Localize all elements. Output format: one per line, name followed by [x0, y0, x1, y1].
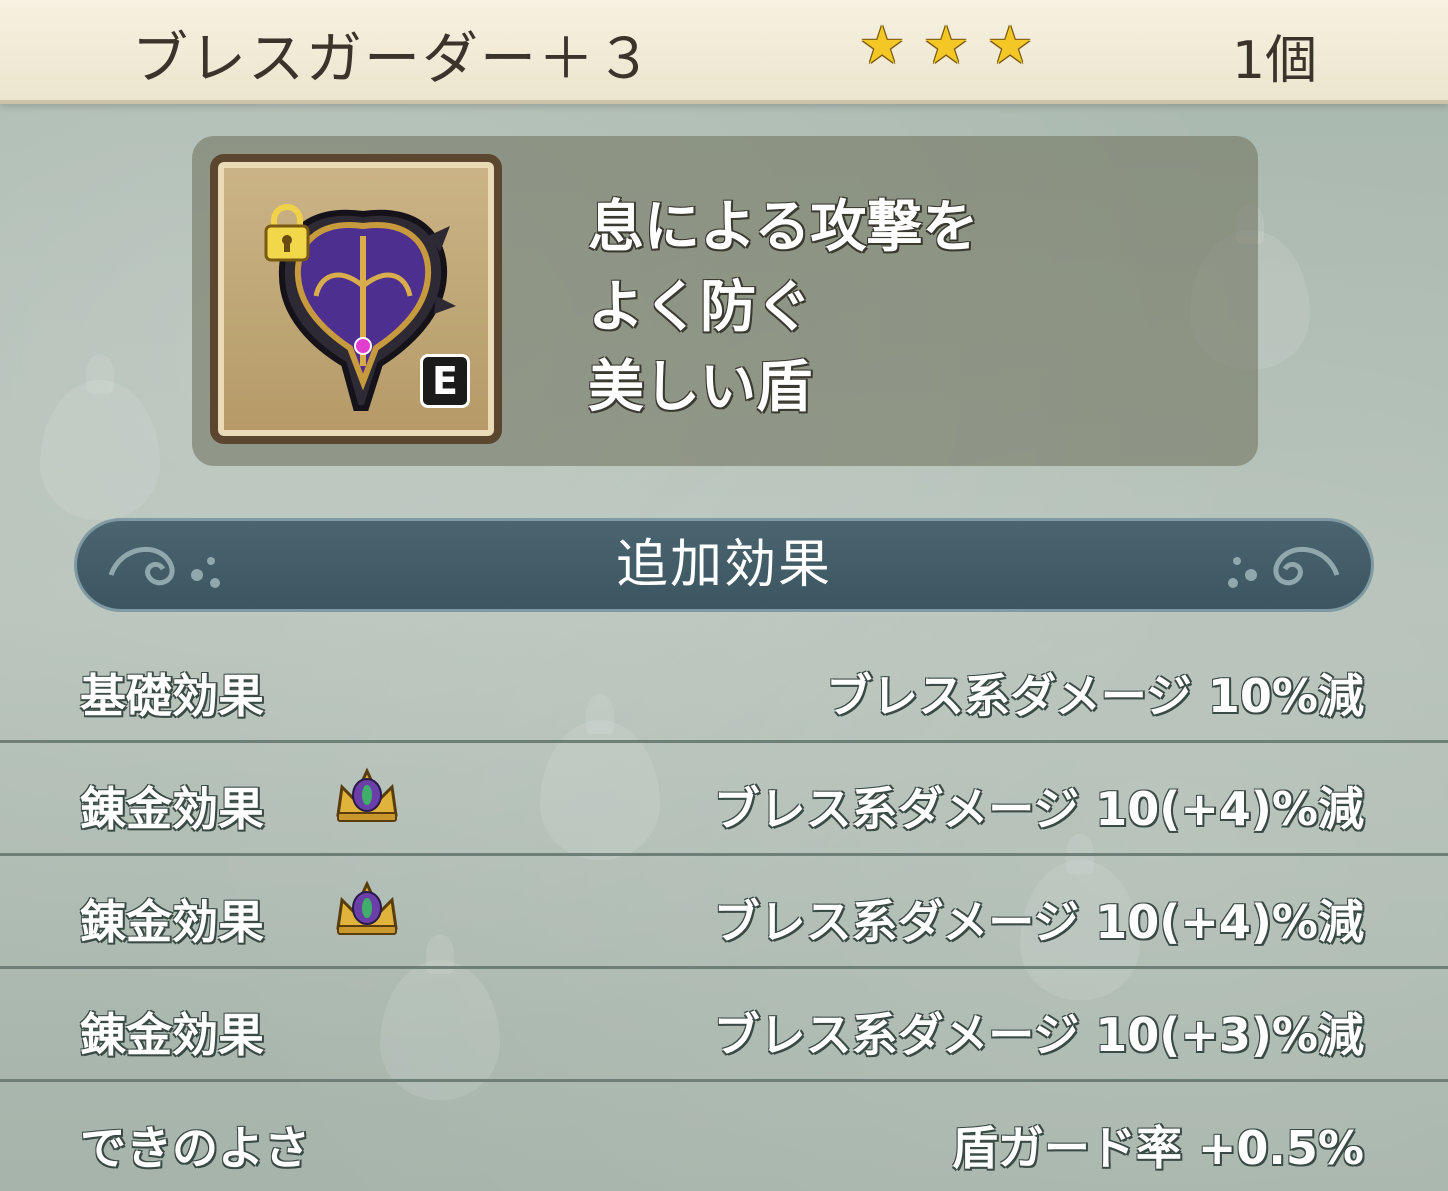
section-title: 追加効果 — [615, 535, 832, 595]
lock-icon — [264, 204, 310, 262]
item-count: 1個 — [1232, 31, 1318, 91]
effect-row: 錬金効果 ブレス系ダメージ 10(+4)%減 — [0, 856, 1448, 969]
rarity-stars: ★ ★ ★ — [856, 20, 1036, 72]
equipped-badge: E — [420, 354, 470, 408]
description-line: よく防ぐ — [588, 275, 812, 340]
effect-value: 盾ガード率 +0.5% — [951, 1121, 1364, 1175]
effect-label: 錬金効果 — [80, 1008, 264, 1062]
effect-value: ブレス系ダメージ 10(+3)%減 — [713, 1008, 1364, 1062]
effect-row: 基礎効果 ブレス系ダメージ 10%減 — [0, 630, 1448, 743]
effect-value: ブレス系ダメージ 10%減 — [826, 669, 1364, 723]
watermark-drop — [40, 354, 160, 520]
flourish-ornament-icon — [1228, 547, 1340, 588]
star-icon: ★ — [858, 16, 906, 76]
description-line: 息による攻撃を — [588, 195, 979, 260]
effect-label: 錬金効果 — [80, 895, 264, 949]
item-icon-frame[interactable]: E — [210, 154, 502, 444]
effect-row: 錬金効果 ブレス系ダメージ 10(+4)%減 — [0, 743, 1448, 856]
item-header: ブレスガーダー＋３ ★ ★ ★ 1個 — [0, 0, 1448, 104]
effect-label: できのよさ — [80, 1121, 310, 1175]
additional-effects-banner: 追加効果 — [74, 518, 1374, 612]
crown-icon — [336, 880, 398, 935]
item-name: ブレスガーダー＋３ — [132, 27, 654, 92]
effect-row: 錬金効果 ブレス系ダメージ 10(+3)%減 — [0, 969, 1448, 1082]
item-description: 息による攻撃を よく防ぐ 美しい盾 — [588, 188, 978, 428]
effect-label: 錬金効果 — [80, 782, 264, 836]
effect-label: 基礎効果 — [80, 669, 264, 723]
star-icon: ★ — [986, 16, 1034, 76]
star-icon: ★ — [922, 16, 970, 76]
description-line: 美しい盾 — [588, 355, 812, 420]
effect-value: ブレス系ダメージ 10(+4)%減 — [713, 895, 1364, 949]
item-detail-screen: ブレスガーダー＋３ ★ ★ ★ 1個 E 息による攻撃を よく防ぐ 美しい盾 追… — [0, 0, 1448, 1191]
effect-value: ブレス系ダメージ 10(+4)%減 — [713, 782, 1364, 836]
effects-list: 基礎効果 ブレス系ダメージ 10%減 錬金効果 ブレス系ダメージ 10(+4)%… — [0, 630, 1448, 1191]
crown-icon — [336, 767, 398, 822]
effect-row: できのよさ 盾ガード率 +0.5% — [0, 1082, 1448, 1191]
